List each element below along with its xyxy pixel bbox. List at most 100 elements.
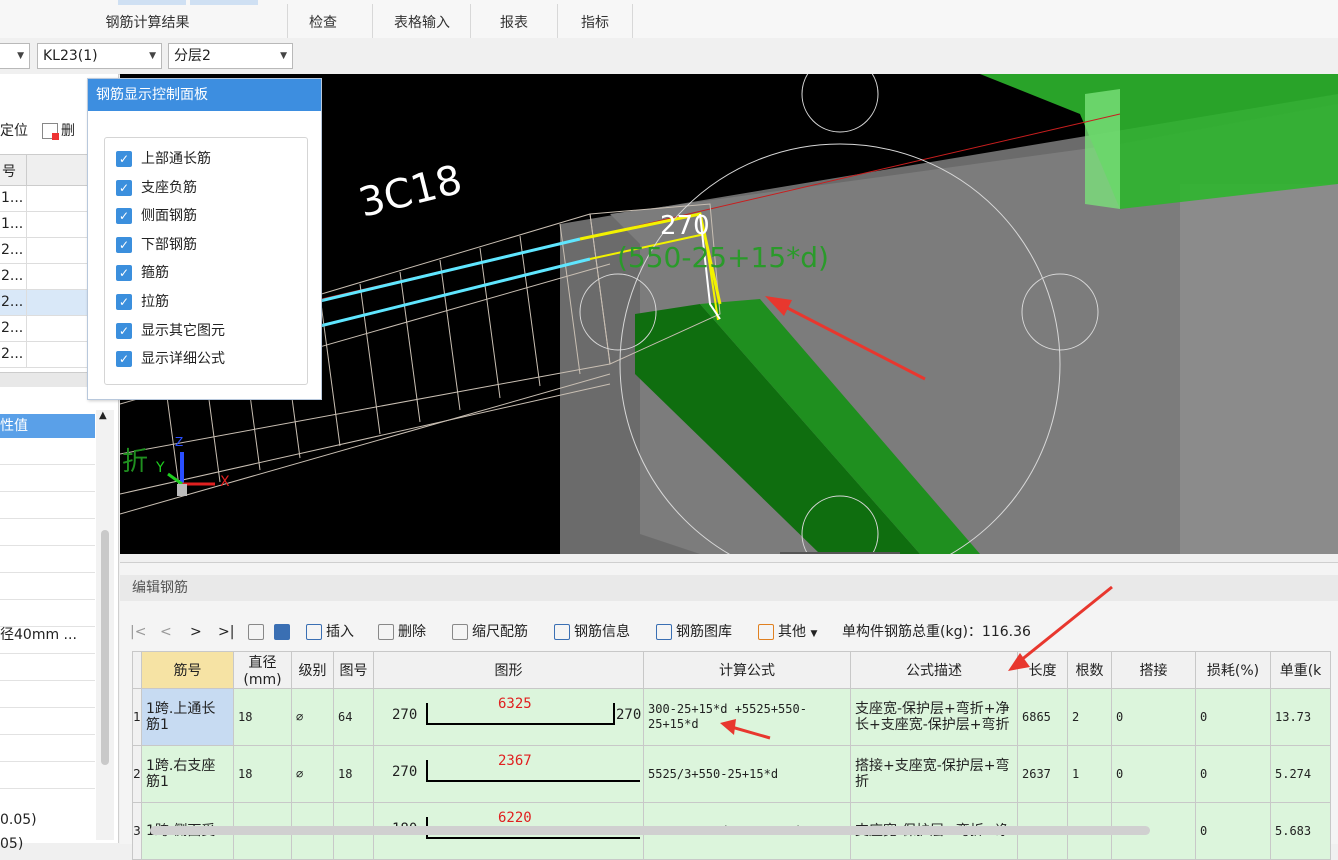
table-row[interactable]: 1 1跨.上通长筋1 18 ⌀ 64 270 6325 270 300-25+15*d +552… xyxy=(132,688,1331,746)
cell-unit-weight[interactable]: 5.683 xyxy=(1270,802,1331,860)
locate-button[interactable]: 定位 xyxy=(0,120,28,140)
cell-unit-weight[interactable]: 5.274 xyxy=(1270,745,1331,803)
cell-unit-weight[interactable]: 13.73 xyxy=(1270,688,1331,746)
property-row[interactable] xyxy=(0,573,95,600)
floor-dropdown[interactable]: ▼ xyxy=(0,43,30,69)
nav-first-button[interactable]: |< xyxy=(130,621,146,643)
checkmark-icon: ✓ xyxy=(116,322,132,339)
checkbox-support-negative[interactable]: ✓ 支座负筋 xyxy=(116,178,197,200)
checkbox-stirrup[interactable]: ✓ 箍筋 xyxy=(116,263,169,285)
property-row[interactable] xyxy=(0,762,95,789)
viewport-glyph: 折 xyxy=(122,447,148,477)
col-header[interactable]: 直径(mm) xyxy=(233,651,292,689)
horizontal-scrollbar[interactable] xyxy=(150,826,1150,835)
library-icon xyxy=(656,624,672,640)
property-row[interactable] xyxy=(0,465,95,492)
property-row[interactable] xyxy=(0,654,95,681)
table-row[interactable]: 2 1跨.右支座筋1 18 ⌀ 18 270 2367 5525/3+550-25+15*d 搭… xyxy=(132,745,1331,803)
col-header[interactable]: 计算公式 xyxy=(643,651,851,689)
splitter-handle[interactable] xyxy=(780,552,900,554)
delete-icon xyxy=(378,624,394,640)
cell-shape[interactable]: 270 6325 270 xyxy=(373,688,644,746)
col-header[interactable]: 图号 xyxy=(333,651,374,689)
col-header[interactable]: 根数 xyxy=(1067,651,1112,689)
checkbox-show-other[interactable]: ✓ 显示其它图元 xyxy=(116,321,225,343)
cell-count[interactable]: 1 xyxy=(1067,745,1112,803)
cell-lap[interactable]: 0 xyxy=(1111,688,1196,746)
cell-loss[interactable]: 0 xyxy=(1195,688,1271,746)
left-scrollbar[interactable]: ▲ xyxy=(96,410,114,840)
col-header[interactable]: 损耗(%) xyxy=(1195,651,1271,689)
col-header[interactable]: 搭接 xyxy=(1111,651,1196,689)
scale-rebar-button[interactable]: 缩尺配筋 xyxy=(452,621,528,643)
tab-rebar-results[interactable]: 钢筋计算结果 xyxy=(60,0,235,38)
tab-check[interactable]: 检查 xyxy=(287,0,359,38)
cell-diameter[interactable]: 18 xyxy=(233,688,292,746)
cell-diameter[interactable]: 18 xyxy=(233,745,292,803)
property-row[interactable] xyxy=(0,600,95,627)
property-row[interactable] xyxy=(0,735,95,762)
cell-description[interactable]: 搭接+支座宽-保护层+弯折 xyxy=(850,745,1018,803)
component-dropdown[interactable]: KL23(1) ▼ xyxy=(37,43,162,69)
scroll-up-icon[interactable]: ▲ xyxy=(99,410,107,421)
rebar-info-button[interactable]: 钢筋信息 xyxy=(554,621,630,643)
move-down-button[interactable] xyxy=(274,621,294,643)
checkbox-tie[interactable]: ✓ 拉筋 xyxy=(116,292,169,314)
col-header[interactable]: 图形 xyxy=(373,651,644,689)
col-header[interactable]: 长度 xyxy=(1017,651,1068,689)
shape-right: 270 xyxy=(616,707,642,723)
cell-name[interactable]: 1跨.右支座筋1 xyxy=(141,745,234,803)
property-row[interactable] xyxy=(0,546,95,573)
col-header[interactable]: 单重(k xyxy=(1270,651,1331,689)
nav-next-button[interactable]: > xyxy=(190,621,202,643)
rebar-library-label: 钢筋图库 xyxy=(676,624,732,640)
cell-lap[interactable]: 0 xyxy=(1111,745,1196,803)
checkmark-icon: ✓ xyxy=(116,351,132,368)
cell-count[interactable]: 2 xyxy=(1067,688,1112,746)
tab-index[interactable]: 指标 xyxy=(557,0,633,38)
cell-loss[interactable]: 0 xyxy=(1195,745,1271,803)
property-row[interactable] xyxy=(0,492,95,519)
property-row[interactable] xyxy=(0,708,95,735)
cell-description[interactable]: 支座宽-保护层+弯折+净长+支座宽-保护层+弯折 xyxy=(850,688,1018,746)
cell-name[interactable]: 1跨.上通长筋1 xyxy=(141,688,234,746)
property-row[interactable] xyxy=(0,519,95,546)
cell-formula[interactable]: 5525/3+550-25+15*d xyxy=(643,745,851,803)
move-up-button[interactable] xyxy=(248,621,268,643)
left-delete-button[interactable]: 删 xyxy=(42,120,75,140)
cell-length[interactable]: 6865 xyxy=(1017,688,1068,746)
cell-shape[interactable]: 270 2367 xyxy=(373,745,644,803)
nav-last-button[interactable]: >| xyxy=(218,621,234,643)
list-item-label: 1... xyxy=(1,216,24,232)
property-row[interactable] xyxy=(0,681,95,708)
cell-figure-no[interactable]: 18 xyxy=(333,745,374,803)
cell-grade[interactable]: ⌀ xyxy=(291,745,334,803)
layer-dropdown[interactable]: 分层2 ▼ xyxy=(168,43,293,69)
cell-formula[interactable]: 300-25+15*d +5525+550-25+15*d xyxy=(643,688,851,746)
tab-report[interactable]: 报表 xyxy=(470,0,558,38)
checkbox-bottom[interactable]: ✓ 下部钢筋 xyxy=(116,235,197,257)
cell-grade[interactable]: ⌀ xyxy=(291,688,334,746)
checkbox-top-continuous[interactable]: ✓ 上部通长筋 xyxy=(116,149,211,171)
insert-button[interactable]: 插入 xyxy=(306,621,354,643)
cell-loss[interactable]: 0 xyxy=(1195,802,1271,860)
col-header[interactable]: 筋号 xyxy=(141,651,234,689)
cell-length[interactable]: 2637 xyxy=(1017,745,1068,803)
scroll-thumb[interactable] xyxy=(101,530,109,765)
checkbox-show-formula[interactable]: ✓ 显示详细公式 xyxy=(116,349,225,371)
total-weight: 单构件钢筋总重(kg)：116.36 xyxy=(842,624,1031,640)
tab-table-input[interactable]: 表格输入 xyxy=(372,0,472,38)
cell-figure-no[interactable]: 64 xyxy=(333,688,374,746)
delete-icon xyxy=(42,123,59,140)
nav-prev-button[interactable]: < xyxy=(160,621,172,643)
col-header[interactable]: 级别 xyxy=(291,651,334,689)
checkmark-icon: ✓ xyxy=(116,265,132,282)
rebar-library-button[interactable]: 钢筋图库 xyxy=(656,621,732,643)
chevron-down-icon: ▼ xyxy=(149,51,156,61)
other-menu-button[interactable]: 其他 ▼ xyxy=(758,621,817,643)
checkbox-side[interactable]: ✓ 侧面钢筋 xyxy=(116,206,197,228)
property-row[interactable] xyxy=(0,438,95,465)
delete-button[interactable]: 删除 xyxy=(378,621,426,643)
property-value: 05) xyxy=(0,836,24,852)
col-header[interactable]: 公式描述 xyxy=(850,651,1018,689)
